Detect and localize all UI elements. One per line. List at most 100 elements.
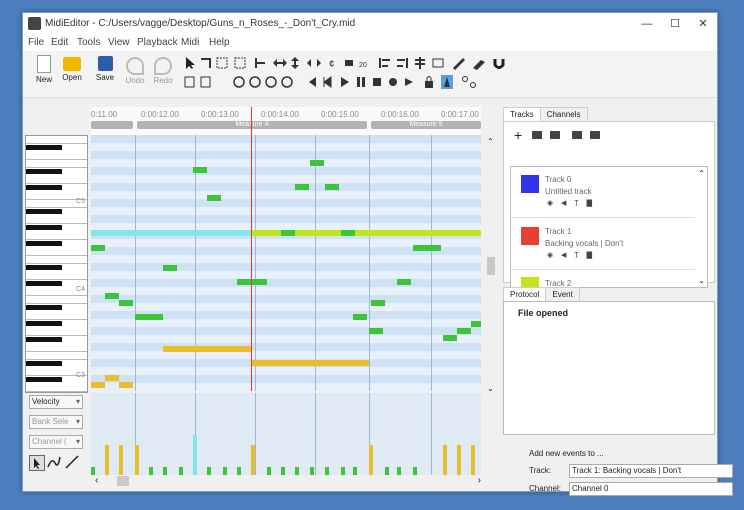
midi-note[interactable] — [91, 230, 251, 236]
undo-button[interactable]: Undo — [123, 55, 147, 85]
velocity-bar[interactable] — [267, 467, 271, 475]
midi-note[interactable] — [193, 167, 207, 173]
black-key[interactable] — [26, 185, 62, 190]
black-key[interactable] — [26, 265, 62, 270]
midi-note[interactable] — [163, 265, 177, 271]
save-button[interactable]: Save — [93, 55, 117, 82]
black-key[interactable] — [26, 225, 62, 230]
midi-note[interactable] — [371, 300, 385, 306]
time-ruler[interactable]: 0:11.00 0:00:12.00 0:00:13.00 0:00:14.00… — [91, 107, 481, 135]
scroll-right-icon[interactable]: › — [478, 475, 481, 486]
bank-select[interactable]: Bank Sele — [29, 415, 83, 429]
midi-note[interactable] — [105, 293, 119, 299]
minimize-button[interactable]: — — [633, 13, 661, 35]
hscroll-thumb[interactable] — [117, 476, 129, 486]
midi-note[interactable] — [119, 382, 133, 388]
velocity-bar[interactable] — [149, 467, 153, 475]
velocity-bar[interactable] — [119, 445, 123, 475]
midi-note[interactable] — [295, 184, 309, 190]
velocity-bar[interactable] — [179, 467, 183, 475]
midi-note[interactable] — [281, 230, 295, 236]
midi-note[interactable] — [353, 314, 367, 320]
channel-select-field[interactable]: Channel 0 — [569, 482, 733, 496]
velocity-bar[interactable] — [397, 467, 401, 475]
scroll-up-icon[interactable]: ⌃ — [487, 137, 494, 146]
velocity-bar[interactable] — [105, 445, 109, 475]
tab-event[interactable]: Event — [545, 287, 580, 301]
edit-tools-row[interactable]: ¢ 20 — [183, 56, 523, 70]
midi-note[interactable] — [163, 346, 251, 352]
black-key[interactable] — [26, 337, 62, 342]
menu-midi[interactable]: Midi — [181, 37, 199, 48]
velocity-bar[interactable] — [325, 467, 329, 475]
velocity-bar[interactable] — [163, 467, 167, 475]
midi-note[interactable] — [341, 230, 355, 236]
midi-note[interactable] — [91, 382, 105, 388]
track-item[interactable]: Track 1 Backing vocals | Don't ◉ ◀ Ṯ ▇ — [511, 219, 695, 270]
velocity-bar[interactable] — [237, 467, 241, 475]
tab-channels[interactable]: Channels — [539, 107, 588, 121]
freehand-tool-icon[interactable] — [47, 455, 61, 469]
black-key[interactable] — [26, 281, 62, 286]
velocity-bar[interactable] — [251, 445, 255, 475]
velocity-bar[interactable] — [295, 467, 299, 475]
midi-note[interactable] — [369, 328, 383, 334]
menu-edit[interactable]: Edit — [51, 37, 68, 48]
velocity-bar[interactable] — [341, 467, 345, 475]
velocity-bar[interactable] — [443, 445, 447, 475]
vertical-scrollbar[interactable]: ⌃ ⌄ — [485, 135, 497, 393]
midi-note[interactable] — [310, 160, 324, 166]
black-key[interactable] — [26, 241, 62, 246]
line-tool-icon[interactable] — [65, 455, 79, 469]
velocity-bar[interactable] — [281, 467, 285, 475]
track-actions[interactable]: + — [514, 128, 614, 142]
velocity-bar[interactable] — [353, 467, 357, 475]
redo-button[interactable]: Redo — [151, 55, 175, 85]
midi-note[interactable] — [413, 245, 441, 251]
midi-note[interactable] — [325, 184, 339, 190]
channel-select[interactable]: Channel ( — [29, 435, 83, 449]
velocity-bar[interactable] — [471, 445, 475, 475]
midi-note[interactable] — [91, 245, 105, 251]
velocity-bar[interactable] — [135, 445, 139, 475]
velocity-bar[interactable] — [457, 445, 461, 475]
pointer-tool-icon[interactable] — [29, 455, 45, 471]
scroll-down-icon[interactable]: ⌄ — [487, 384, 494, 393]
velocity-bar[interactable] — [91, 467, 95, 475]
velocity-bar[interactable] — [207, 467, 211, 475]
track-select[interactable]: Track 1: Backing vocals | Don't — [569, 464, 733, 478]
maximize-button[interactable]: ☐ — [661, 13, 689, 35]
midi-note[interactable] — [119, 300, 133, 306]
velocity-bar[interactable] — [310, 467, 314, 475]
menu-tools[interactable]: Tools — [77, 37, 100, 48]
midi-note[interactable] — [397, 279, 411, 285]
note-grid[interactable] — [91, 135, 481, 391]
horizontal-scrollbar[interactable]: ‹ › — [91, 475, 481, 487]
black-key[interactable] — [26, 169, 62, 174]
velocity-bar[interactable] — [385, 467, 389, 475]
midi-note[interactable] — [105, 375, 119, 381]
track-item[interactable]: Track 0 Untitled track ◉ ◀ Ṯ ▇ — [511, 167, 695, 218]
playback-tools-row[interactable] — [183, 75, 523, 89]
black-key[interactable] — [26, 321, 62, 326]
menu-file[interactable]: File — [28, 37, 44, 48]
new-button[interactable]: New — [33, 55, 55, 84]
midi-note[interactable] — [135, 314, 163, 320]
black-key[interactable] — [26, 305, 62, 310]
open-button[interactable]: Open — [59, 55, 85, 82]
velocity-editor[interactable] — [91, 393, 481, 475]
midi-note[interactable] — [443, 335, 457, 341]
black-key[interactable] — [26, 145, 62, 150]
track-icons[interactable]: ◉ ◀ Ṯ ▇ — [547, 199, 595, 207]
midi-note[interactable] — [471, 321, 481, 327]
velocity-bar[interactable] — [369, 445, 373, 475]
track-item[interactable]: Track 2 — [511, 271, 695, 287]
velocity-select[interactable]: Velocity — [29, 395, 83, 409]
velocity-bar[interactable] — [413, 467, 417, 475]
list-up-icon[interactable]: ⌃ — [698, 169, 705, 178]
midi-note[interactable] — [251, 360, 369, 366]
menu-help[interactable]: Help — [209, 37, 230, 48]
menu-playback[interactable]: Playback — [137, 37, 178, 48]
menu-view[interactable]: View — [108, 37, 130, 48]
list-down-icon[interactable]: ⌄ — [698, 276, 705, 285]
